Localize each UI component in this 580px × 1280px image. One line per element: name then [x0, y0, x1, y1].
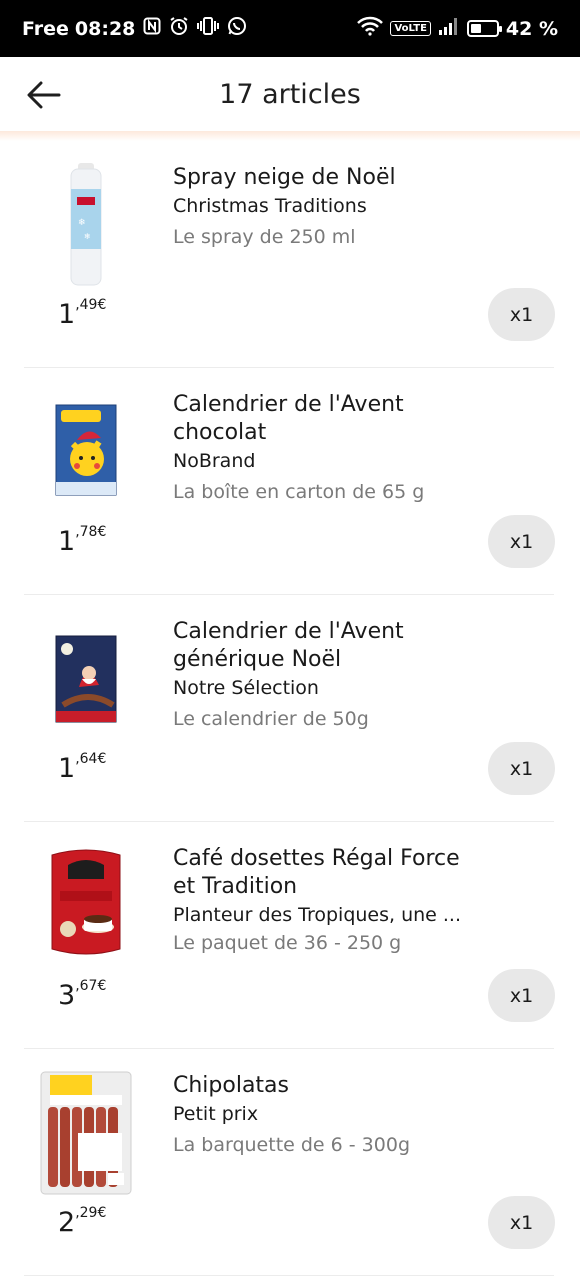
product-image	[40, 617, 132, 741]
list-item[interactable]: ❄ ❄ 1,49€ Spray neige de Noël Christmas …	[0, 141, 580, 368]
quantity-button[interactable]: x1	[488, 515, 555, 568]
price-cents: ,78€	[75, 524, 107, 540]
product-name: Calendrier de l'Avent générique Noël	[173, 619, 404, 672]
quantity-button[interactable]: x1	[488, 969, 555, 1022]
battery-level	[470, 24, 481, 33]
price: 3,67€	[58, 978, 107, 1011]
product-brand: Notre Sélection	[173, 677, 319, 699]
list-item[interactable]: 3,67€ Café dosettes Régal Force et Tradi…	[0, 822, 580, 1049]
price-int: 1	[58, 753, 76, 784]
arrow-left-icon	[27, 81, 61, 109]
signal-icon	[438, 17, 460, 40]
list-item[interactable]: 1,78€ Calendrier de l'Avent chocolat NoB…	[0, 368, 580, 595]
nfc-icon	[143, 17, 161, 40]
product-image	[40, 388, 132, 512]
alarm-icon	[169, 16, 189, 41]
price-cents: ,67€	[75, 978, 107, 994]
product-brand: NoBrand	[173, 450, 256, 472]
price-int: 2	[58, 1207, 76, 1238]
price-cents: ,64€	[75, 751, 107, 767]
back-button[interactable]	[24, 77, 64, 113]
carrier-label: Free	[22, 17, 69, 40]
price-cents: ,29€	[75, 1205, 107, 1221]
product-size: Le calendrier de 50g	[173, 708, 369, 730]
quantity-button[interactable]: x1	[488, 288, 555, 341]
list-item[interactable]: 1,64€ Calendrier de l'Avent générique No…	[0, 595, 580, 822]
product-image	[40, 840, 132, 964]
status-bar: Free 08:28 VoLTE 42 %	[0, 0, 580, 57]
product-image	[40, 1071, 132, 1195]
price: 1,64€	[58, 751, 107, 784]
product-image: ❄ ❄	[40, 163, 132, 287]
product-size: Le spray de 250 ml	[173, 226, 356, 248]
header-shadow	[0, 131, 580, 141]
product-brand: Planteur des Tropiques, une ...	[173, 904, 462, 926]
volte-badge: VoLTE	[390, 21, 431, 36]
product-name: Chipolatas	[173, 1073, 290, 1098]
svg-text:❄: ❄	[84, 232, 91, 241]
svg-text:❄: ❄	[78, 218, 86, 228]
product-brand: Christmas Traditions	[173, 195, 367, 217]
product-size: Le paquet de 36 - 250 g	[173, 932, 402, 954]
price-cents: ,49€	[75, 297, 107, 313]
product-name: Café dosettes Régal Force et Tradition	[173, 846, 460, 899]
page-title: 17 articles	[219, 79, 361, 110]
product-size: La barquette de 6 - 300g	[173, 1134, 411, 1156]
price-int: 3	[58, 980, 76, 1011]
quantity-button[interactable]: x1	[488, 1196, 555, 1249]
product-name: Spray neige de Noël	[173, 165, 396, 190]
price-int: 1	[58, 299, 76, 330]
article-list: ❄ ❄ 1,49€ Spray neige de Noël Christmas …	[0, 141, 580, 1276]
wifi-icon	[357, 16, 384, 41]
list-item[interactable]: 2,29€ Chipolatas Petit prix La barquette…	[0, 1049, 580, 1276]
divider	[24, 1275, 554, 1276]
price: 2,29€	[58, 1205, 107, 1238]
battery-percent: 42 %	[505, 17, 558, 40]
clock: 08:28	[74, 17, 136, 40]
product-name: Calendrier de l'Avent chocolat	[173, 392, 404, 445]
quantity-button[interactable]: x1	[488, 742, 555, 795]
price: 1,78€	[58, 524, 107, 557]
vibrate-icon	[197, 17, 220, 40]
product-size: La boîte en carton de 65 g	[173, 481, 425, 503]
whatsapp-icon	[227, 16, 247, 41]
price-int: 1	[58, 526, 76, 557]
header: 17 articles	[0, 57, 580, 132]
price: 1,49€	[58, 297, 107, 330]
battery-icon	[466, 20, 502, 37]
product-brand: Petit prix	[173, 1103, 259, 1125]
